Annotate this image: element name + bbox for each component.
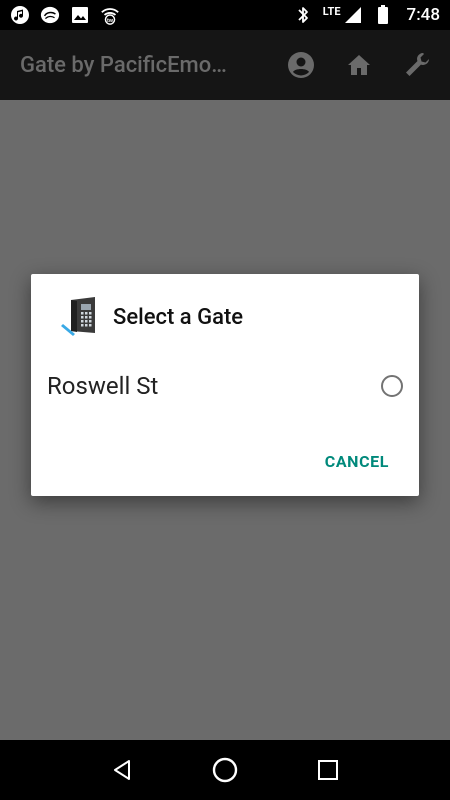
app-actions bbox=[286, 50, 432, 80]
dialog-header: Select a Gate bbox=[61, 296, 243, 338]
app-bar: Gate by PacificEmo… bbox=[0, 30, 450, 100]
network-type-label: LTE bbox=[322, 4, 341, 18]
back-icon[interactable] bbox=[107, 755, 137, 785]
account-icon[interactable] bbox=[286, 50, 316, 80]
app-title: Gate by PacificEmo… bbox=[20, 52, 227, 78]
status-bar: tw LTE 7:48 bbox=[0, 0, 450, 30]
recents-icon[interactable] bbox=[313, 755, 343, 785]
media-sync-icon bbox=[40, 5, 60, 25]
gate-option-label: Roswell St bbox=[47, 372, 159, 400]
select-gate-dialog: Select a Gate Roswell St CANCEL bbox=[31, 274, 419, 496]
bluetooth-icon bbox=[293, 5, 313, 25]
svg-text:tw: tw bbox=[107, 18, 114, 24]
dialog-title: Select a Gate bbox=[113, 304, 244, 330]
image-icon bbox=[70, 5, 90, 25]
wrench-icon[interactable] bbox=[402, 50, 432, 80]
home-icon[interactable] bbox=[344, 50, 374, 80]
gate-option-radio[interactable] bbox=[381, 375, 403, 397]
music-note-icon bbox=[10, 5, 30, 25]
cancel-button[interactable]: CANCEL bbox=[325, 452, 389, 471]
home-circle-icon[interactable] bbox=[210, 755, 240, 785]
lte-signal-icon bbox=[343, 5, 363, 25]
navigation-bar bbox=[0, 740, 450, 800]
status-right-icons: LTE 7:48 bbox=[293, 5, 440, 25]
wifi-tw-icon: tw bbox=[100, 5, 120, 25]
status-left-icons: tw bbox=[10, 5, 120, 25]
gate-option-roswell-st[interactable]: Roswell St bbox=[31, 362, 419, 410]
battery-icon bbox=[373, 5, 393, 25]
status-time: 7:48 bbox=[406, 5, 440, 25]
gate-keypad-icon bbox=[61, 296, 101, 338]
